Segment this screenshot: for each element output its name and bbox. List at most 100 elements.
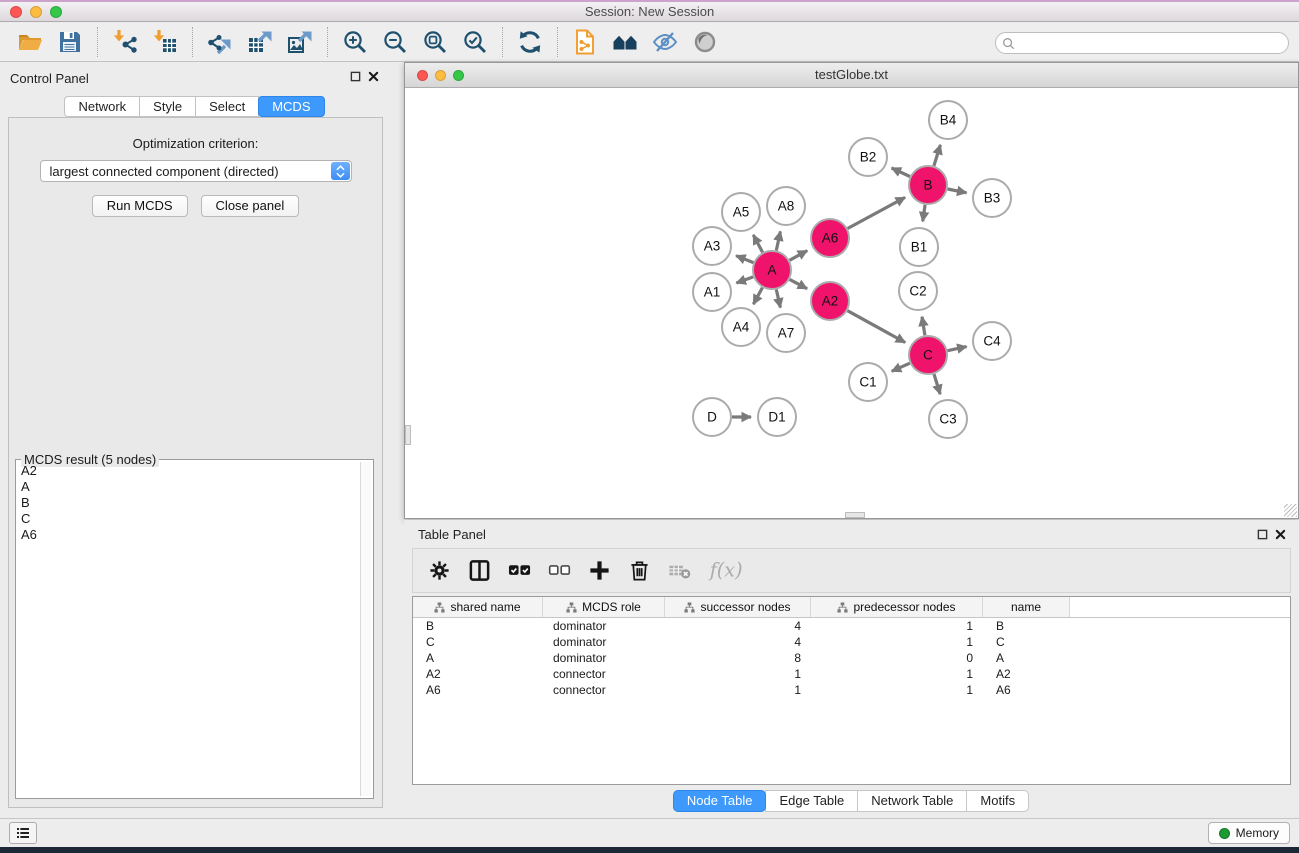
open-file-button[interactable]: [10, 25, 50, 59]
tab-style[interactable]: Style: [139, 96, 196, 117]
table-cell[interactable]: 4: [665, 635, 811, 649]
close-panel-button[interactable]: Close panel: [201, 195, 300, 217]
table-row[interactable]: Bdominator41B: [413, 618, 1290, 634]
table-float-panel-icon[interactable]: [1256, 528, 1269, 541]
node-B4[interactable]: B4: [929, 101, 967, 139]
table-cell[interactable]: 1: [665, 683, 811, 697]
node-C1[interactable]: C1: [849, 363, 887, 401]
node-C[interactable]: C: [909, 336, 947, 374]
first-neighbors-button[interactable]: [605, 25, 645, 59]
tab-motifs[interactable]: Motifs: [966, 790, 1029, 812]
table-cell[interactable]: 4: [665, 619, 811, 633]
zoom-selected-button[interactable]: [455, 25, 495, 59]
search-field[interactable]: [995, 32, 1289, 54]
node-A7[interactable]: A7: [767, 314, 805, 352]
table-cell[interactable]: connector: [543, 667, 665, 681]
table-cell[interactable]: 1: [811, 635, 983, 649]
node-D[interactable]: D: [693, 398, 731, 436]
new-network-from-selection-button[interactable]: [565, 25, 605, 59]
table-cell[interactable]: 1: [811, 683, 983, 697]
column-header-successor-nodes[interactable]: successor nodes: [665, 597, 811, 617]
node-A8[interactable]: A8: [767, 187, 805, 225]
column-header-MCDS-role[interactable]: MCDS role: [543, 597, 665, 617]
node-B1[interactable]: B1: [900, 228, 938, 266]
node-A1[interactable]: A1: [693, 273, 731, 311]
select-all-button[interactable]: [506, 557, 533, 584]
table-cell[interactable]: 8: [665, 651, 811, 665]
delete-row-button[interactable]: [626, 557, 653, 584]
table-cell[interactable]: 1: [811, 619, 983, 633]
resize-grip-icon[interactable]: [1284, 504, 1297, 517]
table-cell[interactable]: 1: [811, 667, 983, 681]
table-row[interactable]: Cdominator41C: [413, 634, 1290, 650]
node-A[interactable]: A: [753, 251, 791, 289]
network-zoom-button[interactable]: [453, 70, 464, 81]
table-cell[interactable]: 1: [665, 667, 811, 681]
export-image-button[interactable]: [280, 25, 320, 59]
float-panel-icon[interactable]: [349, 70, 362, 83]
search-input[interactable]: [1019, 34, 1288, 52]
table-row[interactable]: A2connector11A2: [413, 666, 1290, 682]
column-header-shared-name[interactable]: shared name: [413, 597, 543, 617]
zoom-window-button[interactable]: [50, 6, 62, 18]
node-A3[interactable]: A3: [693, 227, 731, 265]
result-item[interactable]: A2: [18, 463, 360, 479]
close-panel-icon[interactable]: [367, 70, 380, 83]
table-cell[interactable]: dominator: [543, 651, 665, 665]
table-row[interactable]: A6connector11A6: [413, 682, 1290, 698]
node-B[interactable]: B: [909, 166, 947, 204]
zoom-out-button[interactable]: [375, 25, 415, 59]
left-splitter-handle[interactable]: [405, 425, 411, 445]
table-cell[interactable]: B: [983, 619, 1070, 633]
tab-select[interactable]: Select: [195, 96, 259, 117]
node-C2[interactable]: C2: [899, 272, 937, 310]
network-window-titlebar[interactable]: testGlobe.txt: [405, 63, 1298, 88]
task-history-button[interactable]: [9, 822, 37, 844]
zoom-in-button[interactable]: [335, 25, 375, 59]
table-cell[interactable]: A: [983, 651, 1070, 665]
column-header-name[interactable]: name: [983, 597, 1070, 617]
node-C4[interactable]: C4: [973, 322, 1011, 360]
memory-button[interactable]: Memory: [1208, 822, 1290, 844]
table-close-panel-icon[interactable]: [1274, 528, 1287, 541]
result-item[interactable]: A6: [18, 527, 360, 543]
table-cell[interactable]: C: [413, 635, 543, 649]
result-item[interactable]: C: [18, 511, 360, 527]
show-all-button[interactable]: [685, 25, 725, 59]
network-canvas[interactable]: AA1A2A3A4A5A6A7A8BB1B2B3B4CC1C2C3C4DD1: [405, 88, 1298, 518]
table-cell[interactable]: 0: [811, 651, 983, 665]
export-network-button[interactable]: [200, 25, 240, 59]
network-minimize-button[interactable]: [435, 70, 446, 81]
tab-node-table[interactable]: Node Table: [673, 790, 767, 812]
table-cell[interactable]: A6: [983, 683, 1070, 697]
table-options-button[interactable]: [426, 557, 453, 584]
result-item[interactable]: A: [18, 479, 360, 495]
table-cell[interactable]: A2: [983, 667, 1070, 681]
deselect-all-button[interactable]: [546, 557, 573, 584]
criterion-dropdown[interactable]: largest connected component (directed): [40, 160, 352, 182]
tab-mcds[interactable]: MCDS: [258, 96, 324, 117]
bottom-splitter-handle[interactable]: [845, 512, 865, 518]
table-cell[interactable]: A6: [413, 683, 543, 697]
zoom-fit-button[interactable]: [415, 25, 455, 59]
node-B3[interactable]: B3: [973, 179, 1011, 217]
node-A4[interactable]: A4: [722, 308, 760, 346]
table-cell[interactable]: dominator: [543, 635, 665, 649]
table-cell[interactable]: B: [413, 619, 543, 633]
result-item[interactable]: B: [18, 495, 360, 511]
tab-network[interactable]: Network: [64, 96, 140, 117]
table-cell[interactable]: connector: [543, 683, 665, 697]
refresh-network-button[interactable]: [510, 25, 550, 59]
result-scrollbar[interactable]: [360, 462, 371, 796]
export-table-button[interactable]: [240, 25, 280, 59]
save-session-button[interactable]: [50, 25, 90, 59]
hide-selected-button[interactable]: [645, 25, 685, 59]
table-row[interactable]: Adominator80A: [413, 650, 1290, 666]
run-mcds-button[interactable]: Run MCDS: [92, 195, 188, 217]
show-columns-button[interactable]: [466, 557, 493, 584]
tab-edge-table[interactable]: Edge Table: [765, 790, 858, 812]
table-cell[interactable]: A2: [413, 667, 543, 681]
node-C3[interactable]: C3: [929, 400, 967, 438]
import-network-button[interactable]: [105, 25, 145, 59]
column-header-predecessor-nodes[interactable]: predecessor nodes: [811, 597, 983, 617]
